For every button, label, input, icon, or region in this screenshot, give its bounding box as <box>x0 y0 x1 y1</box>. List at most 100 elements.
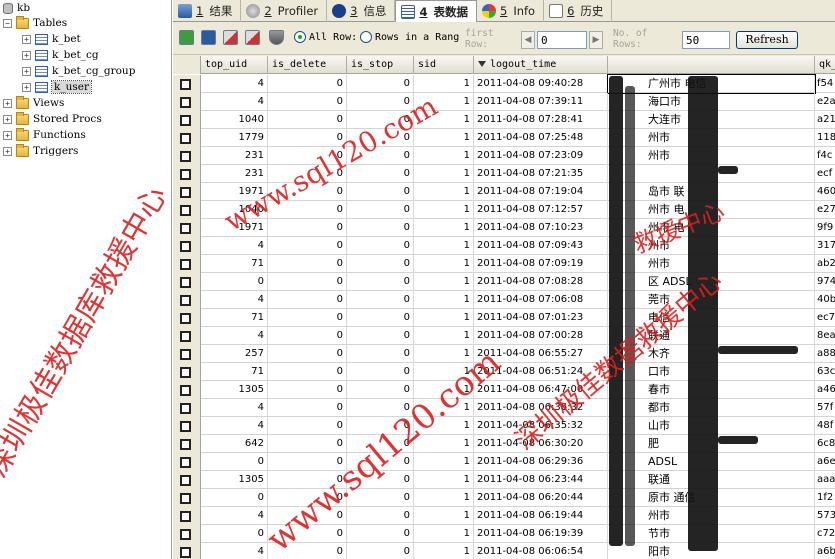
row-checkbox[interactable] <box>180 313 191 324</box>
cell-top-uid[interactable]: 0 <box>201 273 268 291</box>
row-checkbox[interactable] <box>180 439 191 450</box>
cell-top-uid[interactable]: 1779 <box>201 129 268 147</box>
table-row[interactable]: 231 0 0 1 2011-04-08 07:23:09 州市 f4c <box>173 147 835 165</box>
cell-top-uid[interactable]: 231 <box>201 147 268 165</box>
cell-is-stop[interactable]: 0 <box>347 129 414 147</box>
cell-sid[interactable]: 1 <box>414 237 474 255</box>
cell-top-uid[interactable]: 4 <box>201 399 268 417</box>
cell-sid[interactable]: 1 <box>414 327 474 345</box>
cell-logout-time[interactable]: 2011-04-08 07:19:04 <box>474 183 608 201</box>
cell-top-uid[interactable]: 0 <box>201 489 268 507</box>
row-selector[interactable] <box>173 111 201 129</box>
cell-top-uid[interactable]: 1305 <box>201 381 268 399</box>
cell-sid[interactable]: 1 <box>414 291 474 309</box>
table-row[interactable]: 4 0 0 1 2011-04-08 06:35:32 山市 48f <box>173 417 835 435</box>
tab-info[interactable]: 5 Info <box>477 0 545 22</box>
cell-logout-time[interactable]: 2011-04-08 07:10:23 <box>474 219 608 237</box>
row-checkbox[interactable] <box>180 115 191 126</box>
expand-icon[interactable]: + <box>22 82 31 92</box>
cell-is-stop[interactable]: 0 <box>347 399 414 417</box>
table-row[interactable]: 0 0 0 1 2011-04-08 06:19:39 节市 c72 <box>173 525 835 543</box>
cell-is-delete[interactable]: 0 <box>268 417 347 435</box>
cell-sid[interactable]: 1 <box>414 201 474 219</box>
cell-sid[interactable]: 1 <box>414 345 474 363</box>
cell-qk[interactable]: f54 <box>815 75 835 93</box>
cell-sid[interactable]: 1 <box>414 435 474 453</box>
cell-sid[interactable]: 1 <box>414 129 474 147</box>
row-selector[interactable] <box>173 183 201 201</box>
row-checkbox[interactable] <box>180 223 191 234</box>
expand-icon[interactable]: + <box>3 98 12 108</box>
table-row[interactable]: 4 0 0 1 2011-04-08 06:19:44 州市 573 <box>173 507 835 525</box>
cell-logout-time[interactable]: 2011-04-08 07:00:28 <box>474 327 608 345</box>
table-row[interactable]: 1779 0 0 1 2011-04-08 07:25:48 州市 118 <box>173 129 835 147</box>
cell-is-stop[interactable]: 0 <box>347 291 414 309</box>
row-selector[interactable] <box>173 345 201 363</box>
cell-sid[interactable]: 1 <box>414 93 474 111</box>
row-selector[interactable] <box>173 147 201 165</box>
cell-sid[interactable]: 1 <box>414 75 474 93</box>
row-selector[interactable] <box>173 471 201 489</box>
cell-is-stop[interactable]: 0 <box>347 345 414 363</box>
data-grid[interactable]: top_uid is_delete is_stop sid logout_tim… <box>173 56 835 559</box>
cell-qk[interactable]: 57f <box>815 399 835 417</box>
cell-logout-time[interactable]: 2011-04-08 06:06:54 <box>474 543 608 559</box>
row-checkbox[interactable] <box>180 457 191 468</box>
cell-is-stop[interactable]: 0 <box>347 273 414 291</box>
cell-qk[interactable]: a6b <box>815 543 835 559</box>
cell-is-delete[interactable]: 0 <box>268 471 347 489</box>
cell-is-stop[interactable]: 0 <box>347 255 414 273</box>
row-checkbox[interactable] <box>180 385 191 396</box>
cell-logout-time[interactable]: 2011-04-08 07:25:48 <box>474 129 608 147</box>
cell-top-uid[interactable]: 71 <box>201 309 268 327</box>
row-selector[interactable] <box>173 435 201 453</box>
cell-sid[interactable]: 1 <box>414 489 474 507</box>
row-selector[interactable] <box>173 453 201 471</box>
cell-sid[interactable]: 1 <box>414 219 474 237</box>
cell-logout-time[interactable]: 2011-04-08 06:51:24 <box>474 363 608 381</box>
cell-qk[interactable]: e27 <box>815 201 835 219</box>
cancel-changes-icon[interactable] <box>245 30 260 45</box>
cell-qk[interactable]: 460 <box>815 183 835 201</box>
row-selector[interactable] <box>173 291 201 309</box>
row-checkbox[interactable] <box>180 151 191 162</box>
insert-row-icon[interactable] <box>179 30 194 45</box>
cell-is-delete[interactable]: 0 <box>268 129 347 147</box>
row-selector[interactable] <box>173 273 201 291</box>
row-selector[interactable] <box>173 201 201 219</box>
row-checkbox[interactable] <box>180 511 191 522</box>
cell-is-stop[interactable]: 0 <box>347 219 414 237</box>
cell-logout-time[interactable]: 2011-04-08 07:21:35 <box>474 165 608 183</box>
cell-is-stop[interactable]: 0 <box>347 327 414 345</box>
cell-is-delete[interactable]: 0 <box>268 399 347 417</box>
cell-is-delete[interactable]: 0 <box>268 363 347 381</box>
cell-top-uid[interactable]: 0 <box>201 525 268 543</box>
cell-is-delete[interactable]: 0 <box>268 93 347 111</box>
cell-is-delete[interactable]: 0 <box>268 507 347 525</box>
cell-is-delete[interactable]: 0 <box>268 111 347 129</box>
tab-profiler[interactable]: 2 Profiler <box>241 0 328 22</box>
cell-logout-time[interactable]: 2011-04-08 07:28:41 <box>474 111 608 129</box>
cell-is-delete[interactable]: 0 <box>268 489 347 507</box>
row-selector[interactable] <box>173 93 201 111</box>
cell-top-uid[interactable]: 4 <box>201 507 268 525</box>
row-selector[interactable] <box>173 417 201 435</box>
cell-is-delete[interactable]: 0 <box>268 525 347 543</box>
cell-is-stop[interactable]: 0 <box>347 417 414 435</box>
column-header-location[interactable] <box>608 56 815 74</box>
cell-is-delete[interactable]: 0 <box>268 165 347 183</box>
table-row[interactable]: 4 0 0 1 2011-04-08 07:06:08 莞市 40b <box>173 291 835 309</box>
row-checkbox[interactable] <box>180 205 191 216</box>
cell-is-delete[interactable]: 0 <box>268 453 347 471</box>
column-header-qk[interactable]: qk_ <box>815 56 835 74</box>
cell-logout-time[interactable]: 2011-04-08 07:09:19 <box>474 255 608 273</box>
column-header-is-delete[interactable]: is_delete <box>268 56 347 74</box>
cell-is-delete[interactable]: 0 <box>268 183 347 201</box>
cell-logout-time[interactable]: 2011-04-08 06:30:20 <box>474 435 608 453</box>
table-row[interactable]: 1305 0 0 1 2011-04-08 06:23:44 联通 aaa <box>173 471 835 489</box>
row-checkbox[interactable] <box>180 241 191 252</box>
row-selector[interactable] <box>173 75 201 93</box>
cell-qk[interactable]: a21 <box>815 111 835 129</box>
table-row[interactable]: 4 0 0 1 2011-04-08 07:00:28 联通 8ea <box>173 327 835 345</box>
row-selector[interactable] <box>173 399 201 417</box>
